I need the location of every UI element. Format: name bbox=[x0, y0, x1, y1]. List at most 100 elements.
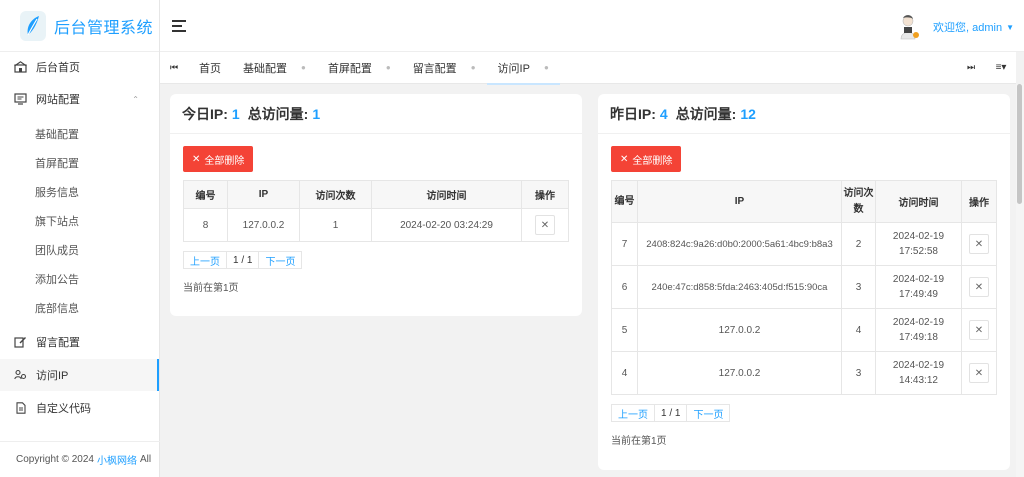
delete-row-button[interactable]: ✕ bbox=[969, 277, 989, 297]
today-total-count: 1 bbox=[312, 105, 321, 122]
pagination: 上一页 1 / 1 下一页 bbox=[611, 404, 997, 422]
tab-label: 首屏配置 bbox=[327, 62, 372, 75]
cell-action: ✕ bbox=[961, 265, 997, 309]
tab-label: 首页 bbox=[199, 62, 221, 75]
tab-label: 访问IP bbox=[497, 62, 530, 75]
user-menu[interactable]: 欢迎您, admin ▼ bbox=[897, 14, 1014, 40]
avatar[interactable] bbox=[897, 14, 921, 40]
cell-id: 8 bbox=[183, 208, 228, 242]
logo[interactable]: 后台管理系统 bbox=[0, 0, 159, 52]
next-page-button[interactable]: 下一页 bbox=[686, 404, 731, 422]
cell-id: 7 bbox=[611, 222, 638, 266]
delete-row-button[interactable]: ✕ bbox=[969, 363, 989, 383]
home-icon bbox=[14, 61, 27, 74]
close-icon[interactable]: ● bbox=[471, 63, 476, 72]
cell-id: 5 bbox=[611, 308, 638, 352]
app-title: 后台管理系统 bbox=[54, 19, 154, 37]
column-header: 操作 bbox=[521, 180, 569, 209]
sidebar-item-visit-ip[interactable]: 访问IP bbox=[0, 359, 159, 391]
welcome-user[interactable]: 欢迎您, admin ▼ bbox=[933, 19, 1014, 35]
page-scrollbar[interactable] bbox=[1016, 84, 1024, 477]
cell-time: 2024-02-19 14:43:12 bbox=[875, 351, 962, 395]
close-icon[interactable]: ● bbox=[544, 63, 549, 72]
sidebar-subitem-first-screen[interactable]: 首屏配置 bbox=[0, 148, 159, 177]
delete-all-button[interactable]: ✕ 全部删除 bbox=[183, 146, 254, 172]
tabs-menu-icon[interactable]: ≡▾ bbox=[986, 62, 1016, 73]
sidebar-item-message-config[interactable]: 留言配置 bbox=[0, 325, 159, 359]
tab-label: 留言配置 bbox=[412, 62, 457, 75]
today-ip-label: 今日IP: bbox=[182, 105, 228, 122]
tabs-scroll-right-icon[interactable]: ⏭ bbox=[956, 62, 986, 73]
cell-count: 4 bbox=[841, 308, 876, 352]
yesterday-ip-label: 昨日IP: bbox=[610, 105, 656, 122]
sidebar-item-label: 网站配置 bbox=[36, 94, 80, 106]
delete-row-button[interactable]: ✕ bbox=[535, 215, 555, 235]
column-header: 编号 bbox=[611, 180, 638, 223]
prev-page-button[interactable]: 上一页 bbox=[183, 251, 227, 269]
cell-action: ✕ bbox=[961, 308, 997, 352]
table-row: 7 2408:824c:9a26:d0b0:2000:5a61:4bc9:b8a… bbox=[611, 222, 997, 266]
sidebar-subitem-service-info[interactable]: 服务信息 bbox=[0, 177, 159, 206]
table-row: 5 127.0.0.2 4 2024-02-19 17:49:18 ✕ bbox=[611, 308, 997, 352]
tab-message-config[interactable]: 留言配置 ● bbox=[402, 52, 487, 84]
cell-ip: 240e:47c:d858:5fda:2463:405d:f515:90ca bbox=[637, 265, 842, 309]
column-header: 访问次数 bbox=[299, 180, 372, 209]
cell-date: 2024-02-19 bbox=[892, 360, 945, 371]
close-icon: ✕ bbox=[620, 153, 629, 165]
today-ip-header: 今日IP: 1 总访问量: 1 bbox=[170, 94, 582, 134]
delete-all-label: 全部删除 bbox=[632, 155, 673, 167]
sidebar-item-home[interactable]: 后台首页 bbox=[0, 52, 159, 82]
sidebar-submenu-site-config: 基础配置 首屏配置 服务信息 旗下站点 团队成员 添加公告 底部信息 bbox=[0, 116, 159, 322]
tab-basic-config[interactable]: 基础配置 ● bbox=[232, 52, 317, 84]
cell-count: 3 bbox=[841, 265, 876, 309]
tab-home[interactable]: 首页 bbox=[188, 52, 232, 84]
table-row: 8 127.0.0.2 1 2024-02-20 03:24:29 ✕ bbox=[183, 208, 569, 242]
column-header: 访问时间 bbox=[371, 180, 522, 209]
cell-clock: 17:52:58 bbox=[899, 246, 938, 257]
sidebar-item-site-config[interactable]: 网站配置 ⌃ bbox=[0, 82, 159, 116]
copyright-link[interactable]: 小枫网络 bbox=[97, 452, 137, 467]
menu-toggle-icon[interactable] bbox=[172, 20, 186, 32]
sidebar-subitem-footer[interactable]: 底部信息 bbox=[0, 293, 159, 322]
edit-icon bbox=[14, 336, 27, 349]
cell-count: 1 bbox=[299, 208, 372, 242]
delete-row-button[interactable]: ✕ bbox=[969, 320, 989, 340]
column-header: 访问次数 bbox=[841, 180, 876, 223]
chevron-up-icon: ⌃ bbox=[132, 94, 139, 104]
cell-action: ✕ bbox=[961, 222, 997, 266]
column-header: 编号 bbox=[183, 180, 228, 209]
prev-page-button[interactable]: 上一页 bbox=[611, 404, 655, 422]
today-ip-table: 编号 IP 访问次数 访问时间 操作 8 127.0.0.2 1 2024-02… bbox=[183, 180, 569, 242]
column-header: IP bbox=[227, 180, 300, 209]
sidebar-subitem-sub-sites[interactable]: 旗下站点 bbox=[0, 206, 159, 235]
tabs-scroll-left-icon[interactable]: ⏮ bbox=[160, 62, 188, 73]
current-page-note: 当前在第1页 bbox=[183, 283, 239, 294]
column-header: 访问时间 bbox=[875, 180, 962, 223]
today-ip-count: 1 bbox=[231, 105, 240, 122]
sidebar-subitem-team[interactable]: 团队成员 bbox=[0, 235, 159, 264]
sidebar-subitem-basic-config[interactable]: 基础配置 bbox=[0, 119, 159, 148]
cell-clock: 14:43:12 bbox=[899, 375, 938, 386]
next-page-button[interactable]: 下一页 bbox=[258, 251, 303, 269]
sidebar-item-custom-code[interactable]: 自定义代码 bbox=[0, 391, 159, 425]
close-icon: ✕ bbox=[192, 153, 201, 165]
close-icon[interactable]: ● bbox=[301, 63, 306, 72]
sidebar-subitem-notice[interactable]: 添加公告 bbox=[0, 264, 159, 293]
delete-row-button[interactable]: ✕ bbox=[969, 234, 989, 254]
delete-all-label: 全部删除 bbox=[204, 155, 245, 167]
cell-id: 4 bbox=[611, 351, 638, 395]
cell-count: 3 bbox=[841, 351, 876, 395]
close-icon[interactable]: ● bbox=[386, 63, 391, 72]
delete-all-button[interactable]: ✕ 全部删除 bbox=[611, 146, 682, 172]
tab-first-screen-config[interactable]: 首屏配置 ● bbox=[317, 52, 402, 84]
cell-action: ✕ bbox=[521, 208, 569, 242]
tab-bar-actions: ⏭ ≡▾ bbox=[956, 62, 1016, 73]
pagination: 上一页 1 / 1 下一页 bbox=[183, 251, 569, 269]
sidebar: 后台管理系统 后台首页 网站配置 ⌃ 基础配置 首屏配置 服务信息 旗下站点 团… bbox=[0, 0, 160, 477]
sidebar-menu: 后台首页 网站配置 ⌃ 基础配置 首屏配置 服务信息 旗下站点 团队成员 添加公… bbox=[0, 52, 159, 425]
column-header: IP bbox=[637, 180, 842, 223]
table-row: 4 127.0.0.2 3 2024-02-19 14:43:12 ✕ bbox=[611, 351, 997, 395]
tab-visit-ip[interactable]: 访问IP ● bbox=[486, 52, 561, 85]
scrollbar-thumb[interactable] bbox=[1017, 84, 1022, 204]
cell-clock: 17:49:18 bbox=[899, 332, 938, 343]
